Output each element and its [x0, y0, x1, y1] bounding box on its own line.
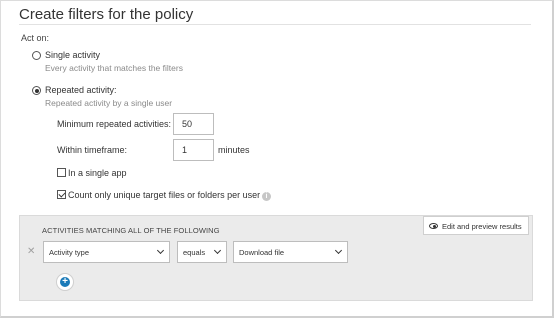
filter-field-select[interactable]: Activity type	[43, 241, 170, 263]
min-repeated-label: Minimum repeated activities:	[57, 119, 172, 129]
repeated-activity-label[interactable]: Repeated activity:	[45, 85, 117, 95]
filter-value-value: Download file	[239, 248, 285, 257]
repeated-activity-description: Repeated activity by a single user	[45, 98, 173, 108]
timeframe-unit: minutes	[218, 145, 250, 155]
edit-preview-label: Edit and preview results	[442, 222, 522, 231]
filter-field-value: Activity type	[49, 248, 90, 257]
page-title: Create filters for the policy	[19, 6, 194, 23]
min-repeated-input[interactable]: 50	[173, 113, 214, 135]
activities-filter-panel: ACTIVITIES MATCHING ALL OF THE FOLLOWING…	[19, 215, 533, 301]
timeframe-input[interactable]: 1	[173, 139, 214, 161]
single-activity-radio[interactable]	[32, 51, 41, 60]
chevron-down-icon	[156, 246, 165, 255]
policy-filters-panel: Create filters for the policy Act on: Si…	[0, 0, 554, 318]
plus-icon: +	[62, 276, 68, 287]
eye-icon	[429, 223, 438, 230]
remove-filter-icon[interactable]: ✕	[27, 246, 35, 257]
edit-preview-button[interactable]: Edit and preview results	[423, 216, 529, 235]
single-activity-description: Every activity that matches the filters	[45, 63, 183, 73]
act-on-label: Act on:	[21, 33, 50, 43]
unique-targets-label[interactable]: Count only unique target files or folder…	[68, 190, 260, 200]
unique-targets-checkbox[interactable]	[57, 190, 66, 199]
title-divider	[19, 24, 531, 25]
single-activity-label[interactable]: Single activity	[45, 50, 100, 60]
info-icon[interactable]: i	[262, 192, 271, 201]
filter-operator-value: equals	[183, 248, 206, 257]
chevron-down-icon	[334, 246, 343, 255]
timeframe-label: Within timeframe:	[57, 145, 128, 155]
activities-heading: ACTIVITIES MATCHING ALL OF THE FOLLOWING	[42, 226, 220, 235]
chevron-down-icon	[213, 246, 222, 255]
single-app-label[interactable]: In a single app	[68, 168, 127, 178]
single-app-checkbox[interactable]	[57, 168, 66, 177]
add-filter-button[interactable]: +	[56, 273, 74, 291]
filter-operator-select[interactable]: equals	[177, 241, 227, 263]
filter-value-select[interactable]: Download file	[233, 241, 348, 263]
repeated-activity-radio[interactable]	[32, 86, 41, 95]
